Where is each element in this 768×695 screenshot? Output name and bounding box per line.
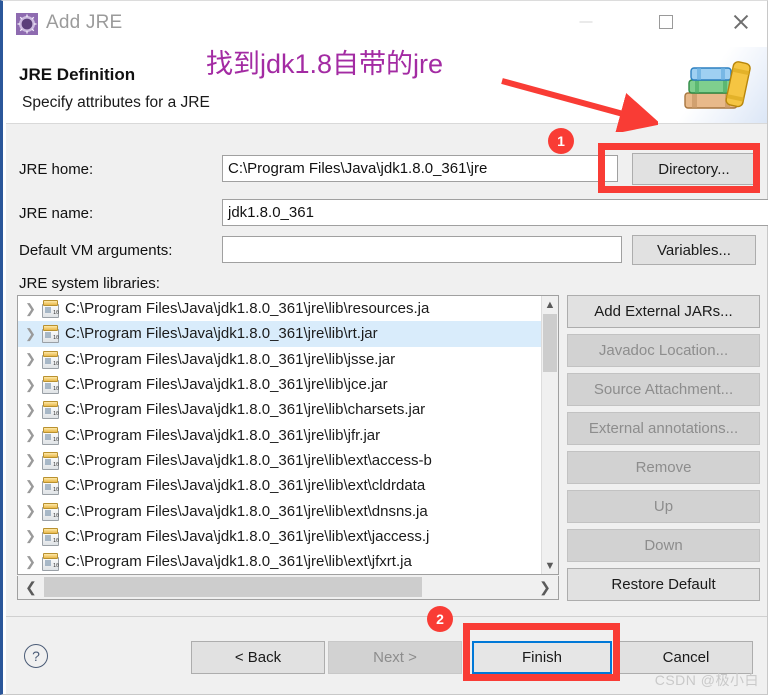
chevron-right-icon[interactable]: ❯ [21, 351, 40, 367]
side-button-remove: Remove [567, 451, 760, 484]
library-row[interactable]: ❯ 10 C:\Program Files\Java\jdk1.8.0_361\jr… [18, 372, 541, 397]
chevron-right-icon[interactable]: ❯ [21, 478, 40, 494]
horizontal-scroll-thumb[interactable] [44, 577, 422, 597]
title-bar: Add JRE [6, 1, 767, 47]
library-path-text: C:\Program Files\Java\jdk1.8.0_361\jre\l… [65, 325, 378, 343]
side-button-add-external-jars[interactable]: Add External JARs... [567, 295, 760, 328]
library-row[interactable]: ❯ 10 C:\Program Files\Java\jdk1.8.0_361\jr… [18, 524, 541, 549]
jar-file-icon: 10 [40, 426, 60, 445]
scroll-down-icon[interactable]: ▼ [542, 557, 558, 574]
library-path-text: C:\Program Files\Java\jdk1.8.0_361\jre\l… [65, 527, 430, 545]
library-row[interactable]: ❯ 10 C:\Program Files\Java\jdk1.8.0_361\jr… [18, 422, 541, 447]
scroll-right-icon[interactable]: ❯ [532, 576, 558, 598]
jre-home-label: JRE home: [19, 161, 94, 178]
dialog-footer: ? < Back Next > Finish Cancel CSDN @极小白 [6, 616, 767, 694]
minimize-button[interactable] [563, 1, 609, 43]
side-button-external-annotations: External annotations... [567, 412, 760, 445]
jre-name-label: JRE name: [19, 205, 94, 222]
jar-file-icon: 10 [40, 376, 60, 395]
library-row[interactable]: ❯ 10 C:\Program Files\Java\jdk1.8.0_361\jr… [18, 498, 541, 523]
vertical-scroll-thumb[interactable] [543, 314, 557, 372]
variables-button[interactable]: Variables... [632, 235, 756, 265]
library-row[interactable]: ❯ 10 C:\Program Files\Java\jdk1.8.0_361\jr… [18, 448, 541, 473]
list-horizontal-scrollbar[interactable]: ❮ ❯ [17, 576, 559, 600]
jre-home-input[interactable]: C:\Program Files\Java\jdk1.8.0_361\jre [222, 155, 618, 182]
list-vertical-scrollbar[interactable]: ▲ ▼ [541, 296, 558, 574]
next-button: Next > [328, 641, 462, 674]
library-row[interactable]: ❯ 10 C:\Program Files\Java\jdk1.8.0_361\jr… [18, 549, 541, 574]
annotation-box-directory [598, 143, 760, 193]
window-title: Add JRE [46, 12, 123, 33]
jre-name-input[interactable]: jdk1.8.0_361 [222, 199, 768, 226]
library-path-text: C:\Program Files\Java\jdk1.8.0_361\jre\l… [65, 376, 388, 394]
library-path-text: C:\Program Files\Java\jdk1.8.0_361\jre\l… [65, 350, 396, 368]
minimize-icon [579, 21, 593, 23]
library-path-text: C:\Program Files\Java\jdk1.8.0_361\jre\l… [65, 477, 426, 495]
help-question-icon[interactable]: ? [24, 644, 48, 668]
books-stack-icon [679, 59, 753, 120]
annotation-badge-1: 1 [548, 128, 574, 154]
library-row[interactable]: ❯ 10 C:\Program Files\Java\jdk1.8.0_361\jr… [18, 347, 541, 372]
annotation-arrow-icon [498, 76, 662, 137]
chevron-right-icon[interactable]: ❯ [21, 528, 40, 544]
chevron-right-icon[interactable]: ❯ [21, 427, 40, 443]
chevron-right-icon[interactable]: ❯ [21, 452, 40, 468]
jar-file-icon: 10 [40, 350, 60, 369]
close-button[interactable] [718, 1, 764, 43]
chevron-right-icon[interactable]: ❯ [21, 503, 40, 519]
annotation-note: 找到jdk1.8自带的jre [206, 49, 444, 79]
chevron-right-icon[interactable]: ❯ [21, 554, 40, 570]
side-button-javadoc-location: Javadoc Location... [567, 334, 760, 367]
jar-file-icon: 10 [40, 527, 60, 546]
scroll-up-icon[interactable]: ▲ [542, 296, 558, 313]
jar-file-icon: 10 [40, 553, 60, 572]
library-row[interactable]: ❯ 10 C:\Program Files\Java\jdk1.8.0_361\jr… [18, 296, 541, 321]
jar-file-icon: 10 [40, 477, 60, 496]
side-button-source-attachment: Source Attachment... [567, 373, 760, 406]
library-row[interactable]: ❯ 10 C:\Program Files\Java\jdk1.8.0_361\jr… [18, 473, 541, 498]
jar-file-icon: 10 [40, 401, 60, 420]
vm-arguments-input[interactable] [222, 236, 622, 263]
page-subtitle: Specify attributes for a JRE [22, 94, 210, 111]
library-path-text: C:\Program Files\Java\jdk1.8.0_361\jre\l… [65, 401, 426, 419]
dialog-body: JRE home: C:\Program Files\Java\jdk1.8.0… [6, 124, 768, 616]
library-rows: ❯ 10 C:\Program Files\Java\jdk1.8.0_361\jr… [18, 296, 541, 574]
jar-file-icon: 10 [40, 502, 60, 521]
maximize-button[interactable] [643, 1, 689, 43]
library-path-text: C:\Program Files\Java\jdk1.8.0_361\jre\l… [65, 553, 412, 571]
side-button-up: Up [567, 490, 760, 523]
back-button[interactable]: < Back [191, 641, 325, 674]
jar-file-icon: 10 [40, 325, 60, 344]
jar-file-icon: 10 [40, 451, 60, 470]
library-row[interactable]: ❯ 10 C:\Program Files\Java\jdk1.8.0_361\jr… [18, 397, 541, 422]
close-icon [732, 13, 750, 31]
jar-file-icon: 10 [40, 300, 60, 319]
jre-system-libraries-label: JRE system libraries: [19, 275, 160, 292]
chevron-right-icon[interactable]: ❯ [21, 402, 40, 418]
library-path-text: C:\Program Files\Java\jdk1.8.0_361\jre\l… [65, 502, 428, 520]
watermark: CSDN @极小白 [654, 672, 759, 688]
library-row[interactable]: ❯ 10 C:\Program Files\Java\jdk1.8.0_361\jr… [18, 321, 541, 347]
vm-arguments-label: Default VM arguments: [19, 242, 173, 259]
library-path-text: C:\Program Files\Java\jdk1.8.0_361\jre\l… [65, 451, 432, 469]
scroll-left-icon[interactable]: ❮ [18, 576, 44, 598]
side-button-restore-default[interactable]: Restore Default [567, 568, 760, 601]
library-path-text: C:\Program Files\Java\jdk1.8.0_361\jre\l… [65, 426, 381, 444]
jre-system-libraries-list[interactable]: ❯ 10 C:\Program Files\Java\jdk1.8.0_361\jr… [17, 295, 559, 575]
chevron-right-icon[interactable]: ❯ [21, 301, 40, 317]
maximize-icon [659, 15, 673, 29]
annotation-badge-2: 2 [427, 606, 453, 632]
annotation-box-finish [463, 623, 620, 681]
header-banner [669, 47, 767, 123]
library-path-text: C:\Program Files\Java\jdk1.8.0_361\jre\l… [65, 300, 430, 318]
jre-gear-icon [16, 13, 38, 35]
side-button-down: Down [567, 529, 760, 562]
chevron-right-icon[interactable]: ❯ [21, 377, 40, 393]
page-title: JRE Definition [19, 65, 136, 84]
chevron-right-icon[interactable]: ❯ [21, 326, 40, 342]
